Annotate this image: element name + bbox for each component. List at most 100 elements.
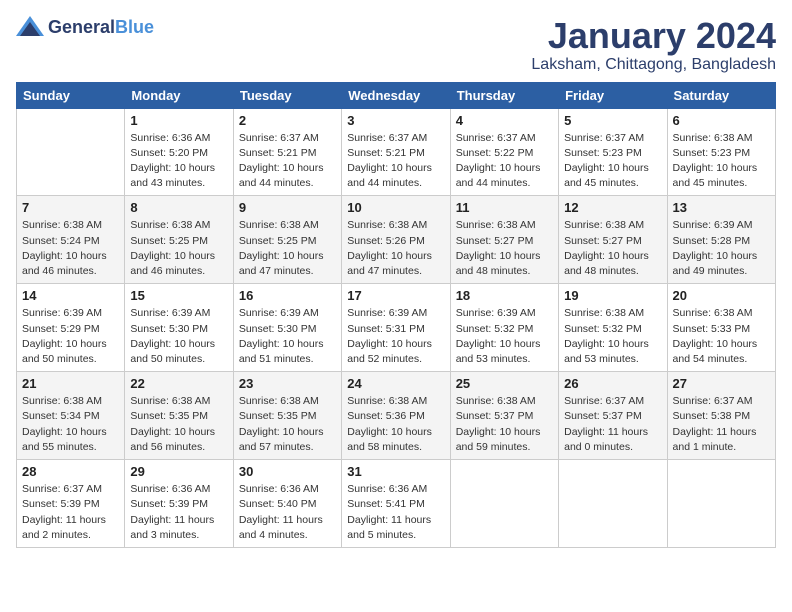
page-header: GeneralBlue January 2024 Laksham, Chitta… bbox=[16, 16, 776, 74]
day-cell: 11 Sunrise: 6:38 AMSunset: 5:27 PMDayligh… bbox=[450, 196, 558, 284]
day-info: Sunrise: 6:38 AMSunset: 5:33 PMDaylight:… bbox=[673, 306, 770, 367]
day-number: 11 bbox=[456, 200, 553, 215]
day-info: Sunrise: 6:38 AMSunset: 5:26 PMDaylight:… bbox=[347, 218, 444, 279]
day-cell: 27Sunrise: 6:37 AMSunset: 5:38 PMDayligh… bbox=[667, 372, 775, 460]
day-number: 10 bbox=[347, 200, 444, 215]
day-cell: 10 Sunrise: 6:38 AMSunset: 5:26 PMDayligh… bbox=[342, 196, 450, 284]
week-row-2: 7Sunrise: 6:38 AMSunset: 5:24 PMDaylight… bbox=[17, 196, 776, 284]
day-number: 15 bbox=[130, 288, 227, 303]
header-cell-tuesday: Tuesday bbox=[233, 82, 341, 108]
header-cell-saturday: Saturday bbox=[667, 82, 775, 108]
day-info: Sunrise: 6:38 AMSunset: 5:37 PMDaylight:… bbox=[456, 394, 553, 455]
day-number: 2 bbox=[239, 113, 336, 128]
day-number: 28 bbox=[22, 464, 119, 479]
day-info: Sunrise: 6:37 AMSunset: 5:22 PMDaylight:… bbox=[456, 131, 553, 192]
day-number: 7 bbox=[22, 200, 119, 215]
day-info: Sunrise: 6:37 AMSunset: 5:21 PMDaylight:… bbox=[239, 131, 336, 192]
day-info: Sunrise: 6:36 AMSunset: 5:40 PMDaylight:… bbox=[239, 482, 336, 543]
day-cell: 3 Sunrise: 6:37 AMSunset: 5:21 PMDaylight… bbox=[342, 108, 450, 196]
day-info: Sunrise: 6:37 AMSunset: 5:21 PMDaylight:… bbox=[347, 131, 444, 192]
header-cell-wednesday: Wednesday bbox=[342, 82, 450, 108]
day-cell: 12 Sunrise: 6:38 AMSunset: 5:27 PMDayligh… bbox=[559, 196, 667, 284]
day-cell: 8Sunrise: 6:38 AMSunset: 5:25 PMDaylight… bbox=[125, 196, 233, 284]
day-cell: 16Sunrise: 6:39 AMSunset: 5:30 PMDayligh… bbox=[233, 284, 341, 372]
day-info: Sunrise: 6:39 AMSunset: 5:28 PMDaylight:… bbox=[673, 218, 770, 279]
day-number: 3 bbox=[347, 113, 444, 128]
calendar-subtitle: Laksham, Chittagong, Bangladesh bbox=[531, 56, 776, 74]
day-info: Sunrise: 6:38 AMSunset: 5:36 PMDaylight:… bbox=[347, 394, 444, 455]
day-info: Sunrise: 6:39 AMSunset: 5:31 PMDaylight:… bbox=[347, 306, 444, 367]
logo-icon bbox=[16, 16, 44, 40]
day-cell bbox=[559, 460, 667, 548]
week-row-5: 28 Sunrise: 6:37 AMSunset: 5:39 PMDayligh… bbox=[17, 460, 776, 548]
day-number: 1 bbox=[130, 113, 227, 128]
day-cell: 6 Sunrise: 6:38 AMSunset: 5:23 PMDaylight… bbox=[667, 108, 775, 196]
day-number: 14 bbox=[22, 288, 119, 303]
day-number: 19 bbox=[564, 288, 661, 303]
day-number: 20 bbox=[673, 288, 770, 303]
day-info: Sunrise: 6:38 AMSunset: 5:27 PMDaylight:… bbox=[564, 218, 661, 279]
day-cell: 28 Sunrise: 6:37 AMSunset: 5:39 PMDayligh… bbox=[17, 460, 125, 548]
week-row-4: 21 Sunrise: 6:38 AMSunset: 5:34 PMDayligh… bbox=[17, 372, 776, 460]
day-number: 13 bbox=[673, 200, 770, 215]
day-cell: 23 Sunrise: 6:38 AMSunset: 5:35 PMDayligh… bbox=[233, 372, 341, 460]
day-cell: 1 Sunrise: 6:36 AMSunset: 5:20 PMDaylight… bbox=[125, 108, 233, 196]
day-info: Sunrise: 6:37 AMSunset: 5:37 PMDaylight:… bbox=[564, 394, 661, 455]
day-info: Sunrise: 6:36 AMSunset: 5:41 PMDaylight:… bbox=[347, 482, 444, 543]
day-number: 17 bbox=[347, 288, 444, 303]
day-number: 26 bbox=[564, 376, 661, 391]
logo: GeneralBlue bbox=[16, 16, 154, 40]
day-cell: 26 Sunrise: 6:37 AMSunset: 5:37 PMDayligh… bbox=[559, 372, 667, 460]
day-number: 8 bbox=[130, 200, 227, 215]
day-info: Sunrise: 6:38 AMSunset: 5:34 PMDaylight:… bbox=[22, 394, 119, 455]
day-cell: 29Sunrise: 6:36 AMSunset: 5:39 PMDayligh… bbox=[125, 460, 233, 548]
day-info: Sunrise: 6:38 AMSunset: 5:27 PMDaylight:… bbox=[456, 218, 553, 279]
day-info: Sunrise: 6:39 AMSunset: 5:32 PMDaylight:… bbox=[456, 306, 553, 367]
day-number: 25 bbox=[456, 376, 553, 391]
day-info: Sunrise: 6:39 AMSunset: 5:29 PMDaylight:… bbox=[22, 306, 119, 367]
day-number: 12 bbox=[564, 200, 661, 215]
day-number: 22 bbox=[130, 376, 227, 391]
day-info: Sunrise: 6:37 AMSunset: 5:23 PMDaylight:… bbox=[564, 131, 661, 192]
day-info: Sunrise: 6:36 AMSunset: 5:20 PMDaylight:… bbox=[130, 131, 227, 192]
day-number: 29 bbox=[130, 464, 227, 479]
week-row-1: 1 Sunrise: 6:36 AMSunset: 5:20 PMDaylight… bbox=[17, 108, 776, 196]
logo-text: GeneralBlue bbox=[48, 18, 154, 38]
day-cell bbox=[667, 460, 775, 548]
header-cell-sunday: Sunday bbox=[17, 82, 125, 108]
day-cell: 19 Sunrise: 6:38 AMSunset: 5:32 PMDayligh… bbox=[559, 284, 667, 372]
day-info: Sunrise: 6:37 AMSunset: 5:39 PMDaylight:… bbox=[22, 482, 119, 543]
header-cell-thursday: Thursday bbox=[450, 82, 558, 108]
calendar-title: January 2024 bbox=[531, 16, 776, 56]
day-number: 24 bbox=[347, 376, 444, 391]
day-cell: 17 Sunrise: 6:39 AMSunset: 5:31 PMDayligh… bbox=[342, 284, 450, 372]
day-number: 6 bbox=[673, 113, 770, 128]
day-cell: 21 Sunrise: 6:38 AMSunset: 5:34 PMDayligh… bbox=[17, 372, 125, 460]
day-number: 5 bbox=[564, 113, 661, 128]
day-info: Sunrise: 6:39 AMSunset: 5:30 PMDaylight:… bbox=[239, 306, 336, 367]
day-cell bbox=[17, 108, 125, 196]
day-number: 31 bbox=[347, 464, 444, 479]
day-number: 4 bbox=[456, 113, 553, 128]
day-cell: 25 Sunrise: 6:38 AMSunset: 5:37 PMDayligh… bbox=[450, 372, 558, 460]
day-info: Sunrise: 6:38 AMSunset: 5:35 PMDaylight:… bbox=[239, 394, 336, 455]
day-cell: 18 Sunrise: 6:39 AMSunset: 5:32 PMDayligh… bbox=[450, 284, 558, 372]
day-cell: 5 Sunrise: 6:37 AMSunset: 5:23 PMDaylight… bbox=[559, 108, 667, 196]
day-number: 9 bbox=[239, 200, 336, 215]
day-number: 23 bbox=[239, 376, 336, 391]
day-cell: 22Sunrise: 6:38 AMSunset: 5:35 PMDayligh… bbox=[125, 372, 233, 460]
day-cell: 9 Sunrise: 6:38 AMSunset: 5:25 PMDaylight… bbox=[233, 196, 341, 284]
day-cell: 15Sunrise: 6:39 AMSunset: 5:30 PMDayligh… bbox=[125, 284, 233, 372]
day-info: Sunrise: 6:38 AMSunset: 5:32 PMDaylight:… bbox=[564, 306, 661, 367]
calendar-table: SundayMondayTuesdayWednesdayThursdayFrid… bbox=[16, 82, 776, 548]
day-cell: 13 Sunrise: 6:39 AMSunset: 5:28 PMDayligh… bbox=[667, 196, 775, 284]
day-cell: 7Sunrise: 6:38 AMSunset: 5:24 PMDaylight… bbox=[17, 196, 125, 284]
day-cell: 24 Sunrise: 6:38 AMSunset: 5:36 PMDayligh… bbox=[342, 372, 450, 460]
header-cell-friday: Friday bbox=[559, 82, 667, 108]
day-number: 18 bbox=[456, 288, 553, 303]
day-cell: 4 Sunrise: 6:37 AMSunset: 5:22 PMDaylight… bbox=[450, 108, 558, 196]
day-cell: 2 Sunrise: 6:37 AMSunset: 5:21 PMDaylight… bbox=[233, 108, 341, 196]
day-info: Sunrise: 6:38 AMSunset: 5:23 PMDaylight:… bbox=[673, 131, 770, 192]
day-info: Sunrise: 6:38 AMSunset: 5:25 PMDaylight:… bbox=[239, 218, 336, 279]
day-number: 21 bbox=[22, 376, 119, 391]
